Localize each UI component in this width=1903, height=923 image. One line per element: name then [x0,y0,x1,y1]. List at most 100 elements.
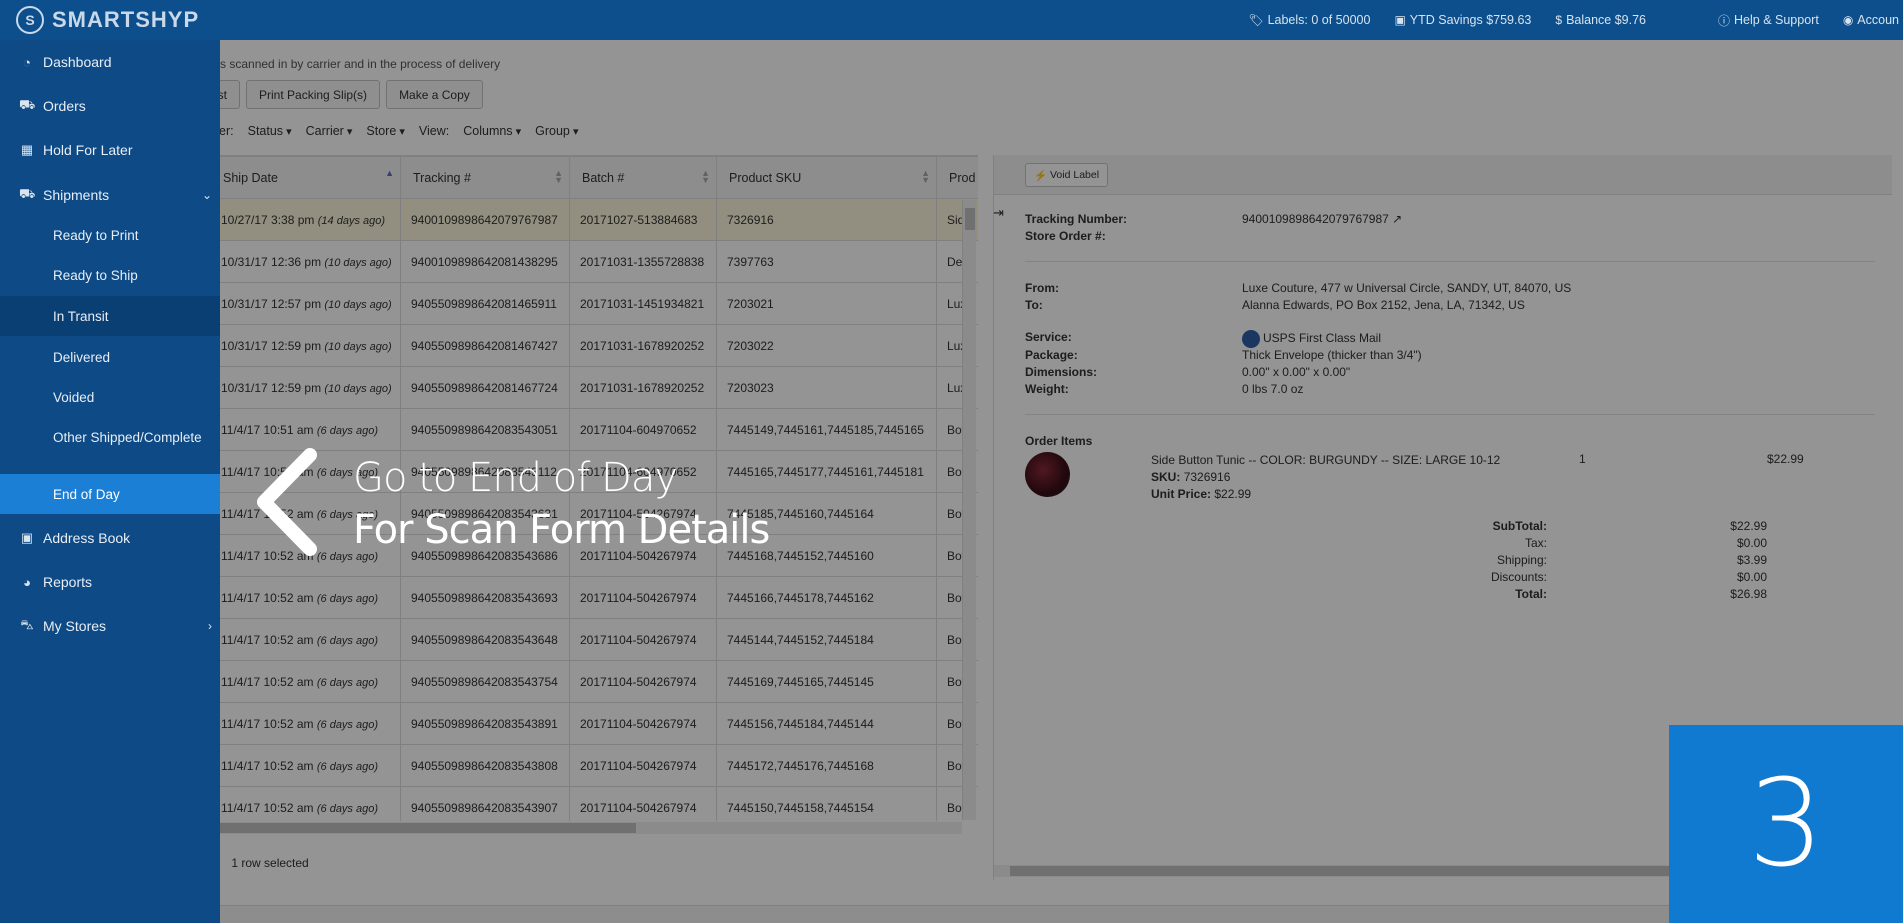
table-row[interactable]: 11/4/17 10:52 am (6 days ago) 94055098986… [210,660,978,703]
ship-date-cell: 11/4/17 10:52 am (6 days ago) [210,702,401,745]
ytd-savings-stat: ▣ YTD Savings $759.63 [1394,13,1531,27]
sidebar-item-address-book[interactable]: ▣ Address Book [0,516,220,560]
balance-stat[interactable]: $ Balance $9.76 [1555,13,1646,27]
ship-date-cell: 10/27/17 3:38 pm (14 days ago) [210,198,401,241]
action-buttons: ck List Print Packing Slip(s) Make a Cop… [180,80,483,109]
sidebar-subitem-end-of-day[interactable]: End of Day [0,474,220,514]
table-row[interactable]: 10/31/17 12:57 pm (10 days ago) 940550989… [210,282,978,325]
sku-cell: 7445169,7445165,7445145 [716,660,937,703]
print-packing-slips-button[interactable]: Print Packing Slip(s) [246,80,381,109]
batch-cell: 20171031-1355728838 [569,240,717,283]
tutorial-step-badge: 3 [1669,725,1903,923]
help-link[interactable]: ⓘ Help & Support [1718,12,1819,29]
cart-icon: ⛍ [20,617,34,632]
tracking-value[interactable]: 9400109898642079767987 ↗ [1242,212,1402,226]
order-totals: SubTotal: $22.99 Tax: $0.00 Shipping: $3.99 Di… [1374,518,1767,603]
col-product-sku[interactable]: Product SKU ▲ ▼ [716,156,937,199]
item-qty: 1 [1579,452,1586,466]
batch-cell: 20171031-1678920252 [569,366,717,409]
sku-cell: 7445168,7445152,7445160 [716,534,937,577]
carrier-filter[interactable]: Carrier [306,124,353,138]
table-row[interactable]: 10/31/17 12:36 pm (10 days ago) 940010989… [210,240,978,283]
table-row[interactable]: 11/4/17 10:52 am (6 days ago) 94055098986… [210,702,978,745]
col-product[interactable]: Prod [936,156,978,199]
columns-dropdown[interactable]: Columns [463,124,521,138]
table-row[interactable]: 10/31/17 12:59 pm (10 days ago) 940550989… [210,366,978,409]
tracking-cell: 9405509898642083543051 [400,408,570,451]
col-batch[interactable]: Batch # ▲ ▼ [569,156,717,199]
table-horizontal-scrollbar[interactable] [210,822,962,834]
group-dropdown[interactable]: Group [535,124,578,138]
tracking-cell: 9405509898642083543907 [400,786,570,821]
batch-cell: 20171104-504267974 [569,492,717,535]
make-copy-button[interactable]: Make a Copy [386,80,483,109]
ship-date-cell: 11/4/17 10:52 am (6 days ago) [210,492,401,535]
labels-stat: 🏷 Labels: 0 of 50000 [1248,13,1370,27]
brand[interactable]: S SMARTSHYP [16,6,199,34]
user-circle-icon: ◉ [1842,13,1854,27]
col-tracking[interactable]: Tracking # ▲ ▼ [400,156,570,199]
tracking-cell: 9405509898642083543693 [400,576,570,619]
sort-icon: ▲ ▼ [921,168,930,185]
totals-row: Total: $26.98 [1515,587,1767,601]
sidebar-item-shipments[interactable]: ⛟ Shipments ⌄ [0,173,220,217]
shipments-table: Ship Date ▲ Tracking # ▲ ▼ Batch # ▲ ▼ Produc… [210,155,978,821]
sidebar-item-hold-for-later[interactable]: ▦ Hold For Later [0,128,220,172]
sidebar-item-orders[interactable]: ⛟ Orders [0,84,220,128]
batch-cell: 20171031-1451934821 [569,282,717,325]
basket-icon: ⛟ [19,97,36,112]
status-filter[interactable]: Status [248,124,292,138]
table-footer: s 1 row selected [210,856,321,870]
table-row[interactable]: 11/4/17 10:52 am (6 days ago) 94055098986… [210,576,978,619]
product-thumbnail[interactable] [1025,452,1070,497]
batch-cell: 20171104-604970652 [569,450,717,493]
store-order-label: Store Order #: [1025,229,1106,243]
truck-icon: ⛟ [19,186,36,201]
to-address: Alanna Edwards, PO Box 2152, Jena, LA, 7… [1242,298,1525,312]
ship-date-cell: 10/31/17 12:59 pm (10 days ago) [210,366,401,409]
table-row[interactable]: 10/31/17 12:59 pm (10 days ago) 940550989… [210,324,978,367]
expand-panel-icon[interactable]: ⇥ [993,205,1004,221]
sidebar-subitem-in-transit[interactable]: In Transit [0,296,220,336]
table-row[interactable]: 11/4/17 10:52 am (6 days ago) 94055098986… [210,744,978,787]
scroll-thumb[interactable] [1010,866,1710,876]
sku-cell: 7445165,7445177,7445161,7445181 [716,450,937,493]
table-row[interactable]: 11/4/17 10:52 am (6 days ago) 94055098986… [210,534,978,577]
scroll-thumb[interactable] [965,208,975,230]
address-book-icon: ▣ [20,530,34,545]
table-row[interactable]: 11/4/17 10:51 am (6 days ago) 94055098986… [210,408,978,451]
sku-cell: 7397763 [716,240,937,283]
sku-cell: 7203022 [716,324,937,367]
table-vertical-scrollbar[interactable] [962,200,976,820]
account-menu[interactable]: ◉ Accoun [1843,13,1899,27]
store-filter[interactable]: Store [366,124,404,138]
void-label-button[interactable]: ⚡ Void Label [1025,163,1109,187]
scroll-thumb[interactable] [220,823,636,833]
sidebar-subitem-voided[interactable]: Voided [0,377,220,417]
sidebar-item-my-stores[interactable]: ⛍ My Stores › [0,604,220,648]
table-row[interactable]: 10/27/17 3:38 pm (14 days ago) 9400109898… [210,198,978,241]
sidebar-subitem-other-shipped[interactable]: Other Shipped/Complete [0,417,220,457]
batch-cell: 20171104-504267974 [569,786,717,821]
ship-date-cell: 10/31/17 12:36 pm (10 days ago) [210,240,401,283]
batch-cell: 20171104-504267974 [569,702,717,745]
sidebar-subitem-delivered[interactable]: Delivered [0,337,220,377]
table-row[interactable]: 11/4/17 10:52 am (6 days ago) 94055098986… [210,618,978,661]
item-unit-price: $22.99 [1214,487,1252,501]
ship-date-cell: 11/4/17 10:52 am (6 days ago) [210,744,401,787]
col-ship-date[interactable]: Ship Date ▲ [210,156,401,199]
tracking-cell: 9405509898642083543631 [400,492,570,535]
sidebar-subitem-ready-to-print[interactable]: Ready to Print [0,215,220,255]
sidebar-item-dashboard[interactable]: ◔ Dashboard [0,40,220,84]
selected-count: 1 row selected [231,856,309,870]
sidebar-item-reports[interactable]: ◕ Reports [0,560,220,604]
batch-cell: 20171104-604970652 [569,408,717,451]
sidebar-subitem-ready-to-ship[interactable]: Ready to Ship [0,255,220,295]
table-row[interactable]: 11/4/17 10:52 am (6 days ago) 94055098986… [210,492,978,535]
table-row[interactable]: 11/4/17 10:52 am (6 days ago) 94055098986… [210,786,978,821]
table-row[interactable]: 11/4/17 10:51 am (6 days ago) 94055098986… [210,450,978,493]
account-label: Accoun [1857,13,1899,27]
order-item: Side Button Tunic -- COLOR: BURGUNDY -- … [1151,453,1501,501]
item-sku: 7326916 [1183,470,1231,484]
external-link-icon[interactable]: ↗ [1392,212,1402,226]
